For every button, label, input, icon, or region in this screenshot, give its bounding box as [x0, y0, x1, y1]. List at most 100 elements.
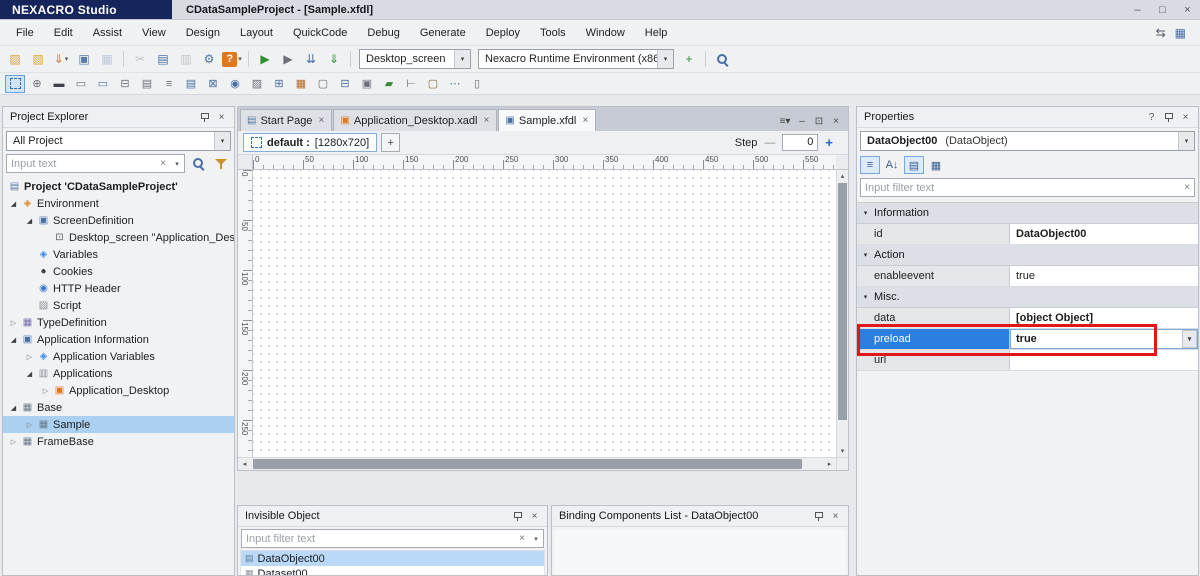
menu-file[interactable]: File	[6, 20, 44, 46]
tree-item-framebase[interactable]: ▷▦FrameBase	[3, 433, 234, 450]
save-as-icon[interactable]: ⇓▾	[50, 49, 72, 70]
tab-list-icon[interactable]: ≡▾	[778, 116, 792, 127]
property-value[interactable]: true	[1010, 266, 1198, 286]
runtime-combo[interactable]: Nexacro Runtime Environment (x86)▾	[478, 49, 674, 69]
vertical-scrollbar[interactable]: ▴ ▾	[836, 170, 848, 457]
copy-icon[interactable]: ▤	[152, 49, 174, 70]
chevron-down-icon[interactable]: ▾	[170, 160, 184, 168]
zoom-search-icon[interactable]	[711, 49, 733, 70]
tree-item-application-information[interactable]: ◢▣Application Information	[3, 331, 234, 348]
property-section-misc[interactable]: ▾Misc.	[857, 287, 1198, 308]
property-row-url[interactable]: url	[857, 350, 1198, 371]
open-form-icon[interactable]: ▧	[27, 49, 49, 70]
tree-item-sample[interactable]: ▷▦Sample	[3, 416, 234, 433]
imageviewer-component[interactable]: ▨	[247, 75, 267, 93]
value-dropdown-icon[interactable]: ▾	[1182, 330, 1197, 348]
chevron-down-icon[interactable]: ▾	[454, 50, 470, 68]
menu-design[interactable]: Design	[176, 20, 230, 46]
expander-closed-icon[interactable]: ▷	[7, 438, 20, 446]
tab-close-icon[interactable]: ×	[316, 115, 326, 126]
categorized-view-icon[interactable]: ≡	[860, 156, 880, 174]
edit-component[interactable]: ▭	[93, 75, 113, 93]
chevron-down-icon[interactable]: ▾	[214, 132, 230, 150]
invisible-filter-input[interactable]: Input filter text × ▾	[241, 529, 544, 548]
list-item-dataset00[interactable]: ▦Dataset00	[241, 566, 544, 576]
add-runtime-icon[interactable]: +	[678, 49, 700, 70]
menu-layout[interactable]: Layout	[230, 20, 283, 46]
pin-icon[interactable]	[509, 508, 526, 525]
menu-window[interactable]: Window	[576, 20, 635, 46]
tree-item-project-cdatasampleproject[interactable]: ▤Project 'CDataSampleProject'	[3, 178, 234, 195]
checkbox-component[interactable]: ⊠	[203, 75, 223, 93]
tree-item-applications[interactable]: ◢▥Applications	[3, 365, 234, 382]
property-row-preload[interactable]: preloadtrue▾	[857, 329, 1198, 350]
doc-tab-start-page[interactable]: ▤Start Page×	[240, 109, 332, 131]
tree-item-script[interactable]: ▨Script	[3, 297, 234, 314]
menu-generate[interactable]: Generate	[410, 20, 476, 46]
form-size-chip[interactable]: default : [1280x720]	[243, 133, 377, 152]
tab-close-icon[interactable]: ×	[580, 115, 590, 126]
tree-item-screendefinition[interactable]: ◢▣ScreenDefinition	[3, 212, 234, 229]
pan-tool[interactable]: ⊕	[27, 75, 47, 93]
vertical-scroll-thumb[interactable]	[838, 183, 847, 420]
expander-closed-icon[interactable]: ▷	[23, 421, 36, 429]
project-filter-input[interactable]: Input text × ▾	[6, 154, 185, 173]
menu-quickcode[interactable]: QuickCode	[283, 20, 357, 46]
swap-layout-icon[interactable]: ⇆	[1156, 26, 1166, 40]
menu-deploy[interactable]: Deploy	[476, 20, 530, 46]
tab-close-icon[interactable]: ×	[481, 115, 491, 126]
scroll-right-icon[interactable]: ▸	[823, 458, 836, 470]
groupbox-component[interactable]: ▢	[423, 75, 443, 93]
property-page-icon[interactable]: ▤	[904, 156, 924, 174]
property-section-information[interactable]: ▾Information	[857, 203, 1198, 224]
close-icon[interactable]: ×	[827, 508, 844, 525]
expander-open-icon[interactable]: ◢	[7, 404, 20, 412]
debug-icon[interactable]: ⇊	[300, 49, 322, 70]
property-value[interactable]	[1010, 350, 1198, 370]
clear-filter-icon[interactable]: ×	[515, 533, 529, 544]
expander-open-icon[interactable]: ◢	[7, 200, 20, 208]
stepcontrol-component[interactable]: ⋯	[445, 75, 465, 93]
select-pointer-tool[interactable]	[5, 75, 25, 93]
property-row-data[interactable]: data[object Object]	[857, 308, 1198, 329]
tree-item-base[interactable]: ◢▦Base	[3, 399, 234, 416]
vertical-scroll-track[interactable]	[837, 182, 848, 445]
tree-item-application-desktop[interactable]: ▷▣Application_Desktop	[3, 382, 234, 399]
slider-component[interactable]: ⊢	[401, 75, 421, 93]
project-scope-combo[interactable]: All Project ▾	[6, 131, 231, 151]
menu-debug[interactable]: Debug	[357, 20, 409, 46]
property-row-id[interactable]: idDataObject00	[857, 224, 1198, 245]
tree-item-application-variables[interactable]: ▷◈Application Variables	[3, 348, 234, 365]
list-item-dataobject00[interactable]: ▤DataObject00	[241, 551, 544, 566]
static-component[interactable]: ▤	[137, 75, 157, 93]
maskedit-component[interactable]: ⊟	[115, 75, 135, 93]
deploy-icon[interactable]: ⇓	[323, 49, 345, 70]
close-doc-icon[interactable]: ×	[829, 116, 843, 127]
close-icon[interactable]: ×	[213, 109, 230, 126]
popupdiv-component[interactable]: ▣	[357, 75, 377, 93]
quick-view-icon[interactable]: ▶	[254, 49, 276, 70]
scroll-down-icon[interactable]: ▾	[837, 445, 848, 457]
expander-closed-icon[interactable]: ▷	[39, 387, 52, 395]
menu-view[interactable]: View	[132, 20, 176, 46]
expander-open-icon[interactable]: ◢	[23, 370, 36, 378]
expander-closed-icon[interactable]: ▷	[7, 319, 20, 327]
filter-icon[interactable]	[211, 154, 231, 173]
close-icon[interactable]: ×	[1177, 109, 1194, 126]
design-canvas[interactable]	[253, 170, 836, 457]
tab-component[interactable]: ⊟	[335, 75, 355, 93]
section-expander-icon[interactable]: ▾	[857, 209, 874, 217]
menu-assist[interactable]: Assist	[83, 20, 132, 46]
tree-item-typedefinition[interactable]: ▷▦TypeDefinition	[3, 314, 234, 331]
chevron-down-icon[interactable]: ▾	[657, 50, 673, 68]
file-component[interactable]: ▯	[467, 75, 487, 93]
menu-help[interactable]: Help	[635, 20, 678, 46]
minimize-doc-icon[interactable]: –	[795, 116, 809, 127]
restore-doc-icon[interactable]: ⊡	[812, 116, 826, 127]
radio-component[interactable]: ◉	[225, 75, 245, 93]
chevron-down-icon[interactable]: ▾	[1178, 132, 1194, 150]
grid-component[interactable]: ⊞	[269, 75, 289, 93]
properties-filter-input[interactable]: Input filter text ×	[860, 178, 1195, 197]
tutorial-icon[interactable]: ?▾	[221, 49, 243, 70]
property-section-action[interactable]: ▾Action	[857, 245, 1198, 266]
